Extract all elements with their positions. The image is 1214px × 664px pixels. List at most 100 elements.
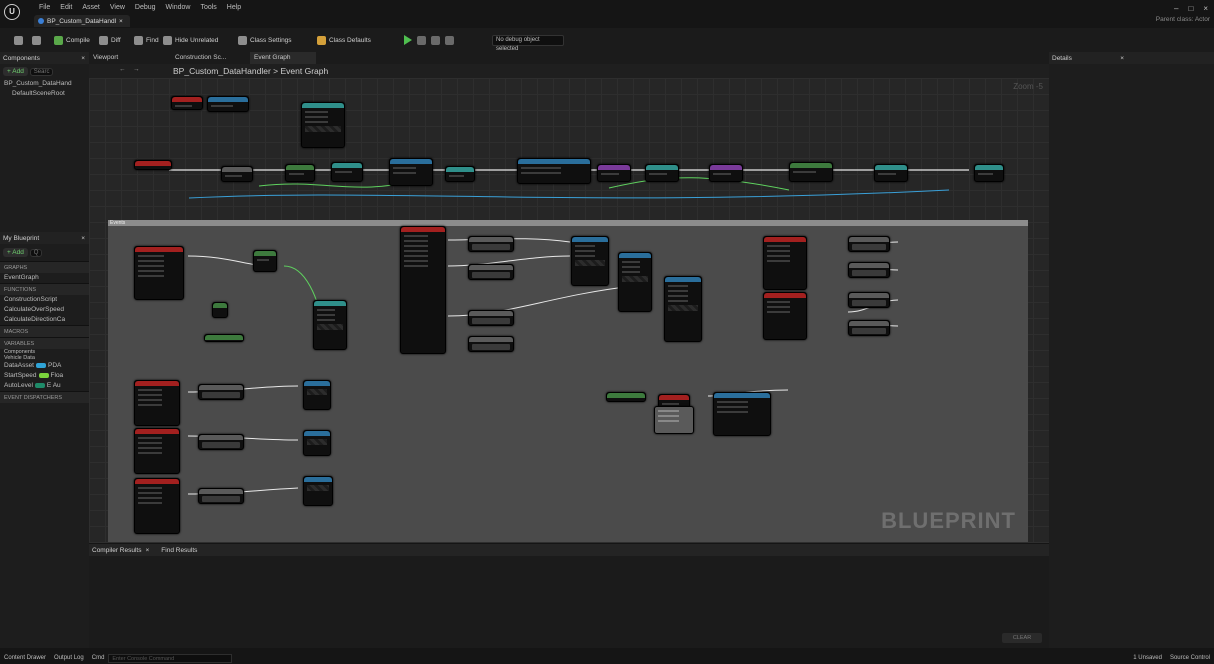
component-root[interactable]: BP_Custom_DataHand bbox=[0, 79, 89, 89]
graph-node[interactable] bbox=[763, 236, 807, 290]
graph-node[interactable] bbox=[763, 292, 807, 340]
compiler-results-tab-close[interactable]: × bbox=[146, 547, 150, 554]
graph-node[interactable] bbox=[848, 292, 890, 308]
menu-file[interactable]: File bbox=[39, 4, 50, 11]
eject-button[interactable] bbox=[445, 33, 454, 47]
graph-node[interactable] bbox=[285, 164, 315, 182]
save-button[interactable] bbox=[14, 33, 23, 47]
graph-node[interactable] bbox=[468, 264, 514, 280]
menu-window[interactable]: Window bbox=[166, 4, 191, 11]
clear-button[interactable]: CLEAR bbox=[1002, 633, 1042, 643]
graph-node[interactable] bbox=[253, 250, 277, 272]
minimize-button[interactable]: – bbox=[1174, 4, 1178, 13]
graph-node[interactable] bbox=[874, 164, 908, 182]
my-blueprint-search-input[interactable]: Q bbox=[29, 249, 43, 257]
graph-node[interactable] bbox=[468, 336, 514, 352]
unsaved-indicator[interactable]: 1 Unsaved bbox=[1133, 655, 1162, 661]
graph-item-eventgraph[interactable]: EventGraph bbox=[0, 273, 89, 283]
graph-node[interactable] bbox=[198, 384, 244, 400]
graph-node[interactable] bbox=[709, 164, 743, 182]
graph-node[interactable] bbox=[974, 164, 1004, 182]
stop-button[interactable] bbox=[431, 33, 440, 47]
close-window-button[interactable]: × bbox=[1203, 4, 1208, 13]
graph-node[interactable] bbox=[134, 380, 180, 426]
graph-node[interactable] bbox=[303, 430, 331, 456]
hide-unrelated-button[interactable]: Hide Unrelated bbox=[163, 33, 218, 47]
graph-node[interactable] bbox=[713, 392, 771, 436]
source-control-button[interactable]: Source Control bbox=[1170, 655, 1210, 661]
function-item[interactable]: ConstructionScript bbox=[0, 295, 89, 305]
graph-node[interactable] bbox=[134, 160, 172, 170]
step-button[interactable] bbox=[417, 33, 426, 47]
graph-node[interactable] bbox=[331, 162, 363, 182]
document-tab[interactable]: BP_Custom_DataHandl × bbox=[34, 15, 130, 27]
comment-box-events[interactable]: Events BLUEPRINT bbox=[108, 220, 1028, 542]
section-event-dispatchers[interactable]: EVENT DISPATCHERS bbox=[0, 391, 89, 403]
section-graphs[interactable]: GRAPHS bbox=[0, 261, 89, 273]
graph-node[interactable] bbox=[171, 96, 203, 110]
my-blueprint-tab[interactable]: My Blueprint × bbox=[0, 232, 89, 244]
graph-node[interactable] bbox=[313, 300, 347, 350]
graph-node[interactable] bbox=[303, 380, 331, 410]
graph-node[interactable] bbox=[654, 406, 694, 434]
function-item[interactable]: CalculateOverSpeed bbox=[0, 305, 89, 315]
menu-help[interactable]: Help bbox=[227, 4, 241, 11]
menu-debug[interactable]: Debug bbox=[135, 4, 156, 11]
content-drawer-button[interactable]: Content Drawer bbox=[4, 655, 46, 661]
graph-node[interactable] bbox=[645, 164, 679, 182]
class-defaults-button[interactable]: Class Defaults bbox=[317, 33, 371, 47]
graph-node[interactable] bbox=[198, 434, 244, 450]
event-graph-tab[interactable]: Event Graph bbox=[250, 52, 316, 64]
play-icon[interactable] bbox=[404, 35, 412, 45]
graph-node[interactable] bbox=[517, 158, 591, 184]
variable-item[interactable]: StartSpeed Floa bbox=[0, 371, 89, 381]
graph-node[interactable] bbox=[212, 302, 228, 318]
compiler-results-tab[interactable]: Compiler Results bbox=[92, 547, 142, 554]
forward-arrow-icon[interactable]: → bbox=[133, 66, 140, 73]
components-add-button[interactable]: + Add bbox=[3, 67, 28, 76]
graph-node[interactable] bbox=[789, 162, 833, 182]
find-results-tab[interactable]: Find Results bbox=[161, 547, 197, 554]
graph-node[interactable] bbox=[848, 236, 890, 252]
graph-node[interactable] bbox=[664, 276, 702, 342]
graph-node[interactable] bbox=[468, 310, 514, 326]
graph-node[interactable] bbox=[618, 252, 652, 312]
graph-node[interactable] bbox=[221, 166, 253, 182]
diff-button[interactable]: Diff bbox=[99, 33, 121, 47]
cmd-dropdown[interactable]: Cmd bbox=[92, 655, 105, 661]
compile-button[interactable]: Compile bbox=[54, 33, 90, 47]
section-variables[interactable]: VARIABLES bbox=[0, 337, 89, 349]
graph-node[interactable] bbox=[301, 102, 345, 148]
function-item[interactable]: CalculateDirectionCa bbox=[0, 315, 89, 325]
construction-script-tab[interactable]: Construction Sc... bbox=[175, 54, 226, 61]
graph-node[interactable] bbox=[400, 226, 446, 354]
graph-node[interactable] bbox=[204, 334, 244, 342]
my-blueprint-tab-close[interactable]: × bbox=[81, 235, 85, 242]
variable-item[interactable]: DataAsset PDA bbox=[0, 361, 89, 371]
class-settings-button[interactable]: Class Settings bbox=[238, 33, 292, 47]
menu-edit[interactable]: Edit bbox=[60, 4, 72, 11]
component-default-scene-root[interactable]: DefaultSceneRoot bbox=[0, 89, 89, 99]
section-functions[interactable]: FUNCTIONS bbox=[0, 283, 89, 295]
back-arrow-icon[interactable]: ← bbox=[119, 66, 126, 73]
menu-asset[interactable]: Asset bbox=[82, 4, 100, 11]
browse-button[interactable] bbox=[32, 33, 41, 47]
graph-node[interactable] bbox=[303, 476, 333, 506]
graph-node[interactable] bbox=[207, 96, 249, 112]
graph-node[interactable] bbox=[134, 428, 180, 474]
maximize-button[interactable]: □ bbox=[1188, 4, 1193, 13]
graph-node[interactable] bbox=[597, 164, 631, 182]
find-button[interactable]: Find bbox=[134, 33, 159, 47]
variable-item[interactable]: AutoLevel E Au bbox=[0, 381, 89, 391]
event-graph-canvas[interactable]: Zoom -5 Events BLUEPRINT bbox=[89, 78, 1049, 543]
components-search-input[interactable]: Searc bbox=[29, 68, 54, 76]
graph-node[interactable] bbox=[468, 236, 514, 252]
graph-node[interactable] bbox=[848, 262, 890, 278]
menu-view[interactable]: View bbox=[110, 4, 125, 11]
graph-node[interactable] bbox=[134, 246, 184, 300]
components-tab[interactable]: Components × bbox=[0, 52, 89, 64]
console-input[interactable]: Enter Console Command bbox=[108, 653, 233, 663]
viewport-tab[interactable]: Viewport bbox=[93, 54, 118, 61]
graph-node[interactable] bbox=[389, 158, 433, 186]
section-macros[interactable]: MACROS bbox=[0, 325, 89, 337]
